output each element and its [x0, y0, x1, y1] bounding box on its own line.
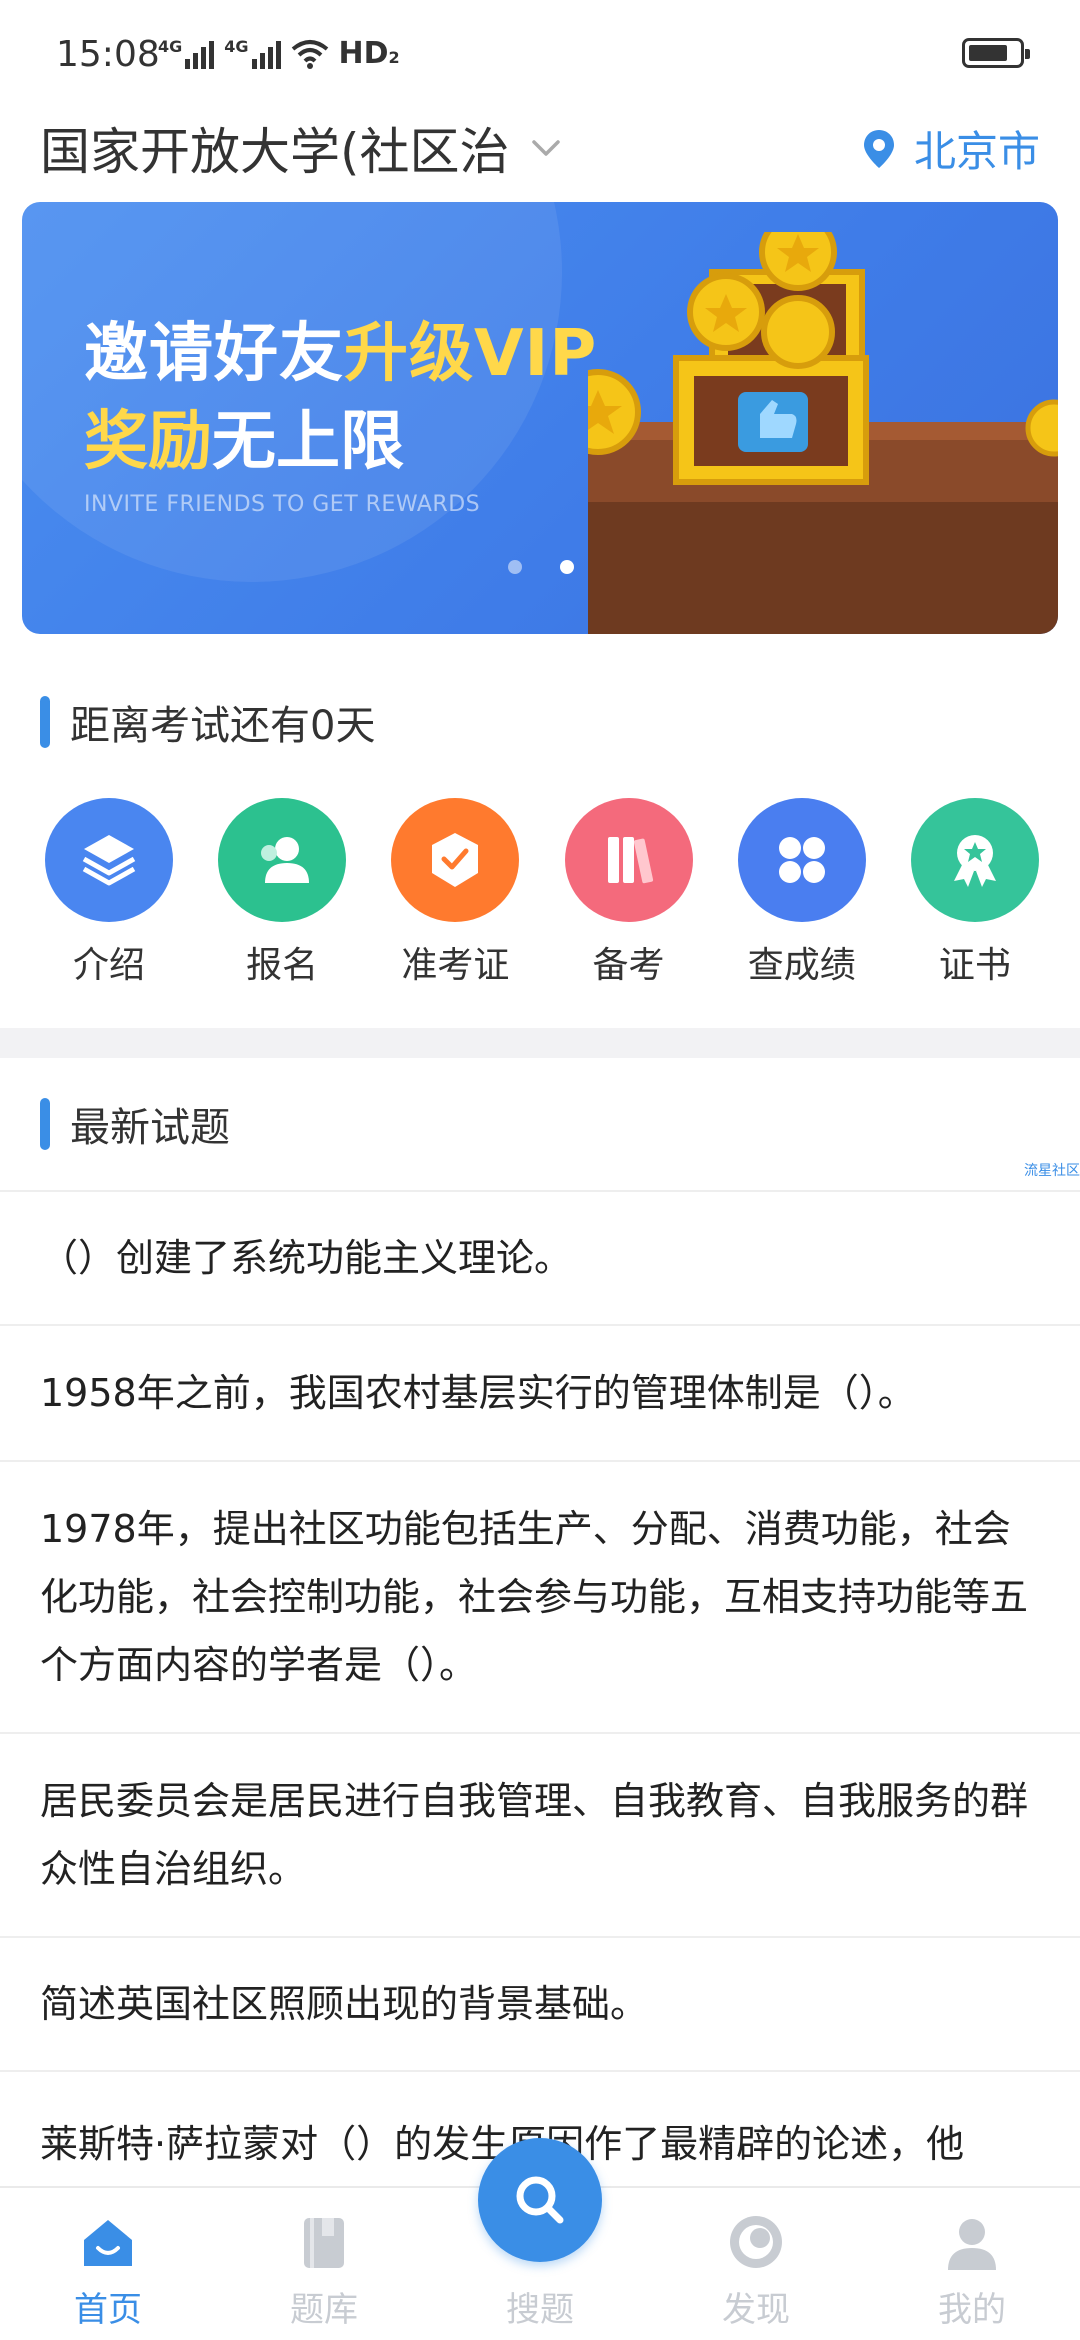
tab-question-bank[interactable]: 题库 — [216, 2188, 432, 2340]
hd-indicator: HD2 — [338, 36, 400, 71]
latest-questions-title: 最新试题 — [70, 1105, 230, 1151]
status-bar: 15:08 4G 4G HD2 — [0, 0, 1080, 100]
tab-label: 发现 — [722, 2290, 790, 2330]
shortcut-check-scores[interactable]: 查成绩 — [737, 798, 867, 988]
shortcut-admission-ticket[interactable]: 准考证 — [390, 798, 520, 988]
tab-label: 我的 — [938, 2290, 1006, 2330]
wifi-icon — [291, 39, 328, 69]
check-badge-icon — [391, 798, 520, 922]
tab-home[interactable]: 首页 — [0, 2188, 216, 2340]
search-icon — [516, 2176, 564, 2224]
cell-signal-1-icon: 4G — [158, 38, 215, 69]
shortcut-grid: 介绍 报名 准考证 备考 查成绩 证书 — [0, 798, 1080, 988]
book-icon — [304, 2218, 344, 2268]
city-label: 北京市 — [913, 127, 1040, 176]
school-name: 国家开放大学(社区治 — [40, 123, 510, 181]
tab-profile[interactable]: 我的 — [864, 2188, 1080, 2340]
cell-signal-2-icon: 4G — [224, 38, 281, 69]
shortcut-intro[interactable]: 介绍 — [44, 798, 174, 988]
status-time: 15:08 — [56, 34, 160, 75]
profile-icon — [948, 2219, 996, 2270]
shortcut-label: 备考 — [592, 945, 665, 986]
shortcut-label: 证书 — [938, 945, 1011, 986]
tab-label: 搜题 — [506, 2290, 574, 2330]
search-button[interactable] — [478, 2138, 602, 2262]
banner-subtitle: INVITE FRIENDS TO GET REWARDS — [84, 492, 481, 517]
latest-questions-header: 最新试题 — [40, 1096, 230, 1152]
exam-countdown: 距离考试还有0天 — [40, 694, 375, 750]
location-selector[interactable]: 北京市 — [862, 118, 1040, 179]
section-divider — [0, 1028, 1080, 1058]
list-item[interactable]: 1978年，提出社区功能包括生产、分配、消费功能，社会化功能，社会控制功能，社会… — [0, 1460, 1080, 1732]
pagination-dot[interactable] — [508, 560, 522, 574]
shortcut-label: 报名 — [246, 945, 319, 986]
grid-dots-icon — [737, 798, 866, 922]
banner-pagination — [508, 560, 574, 574]
books-icon — [564, 798, 693, 922]
location-pin-icon — [863, 129, 894, 168]
header: 国家开放大学(社区治 北京市 — [0, 100, 1080, 200]
shortcut-prepare[interactable]: 备考 — [564, 798, 694, 988]
shortcut-label: 查成绩 — [747, 945, 856, 986]
treasure-chest-illustration — [588, 232, 1058, 634]
list-item[interactable]: 1958年之前，我国农村基层实行的管理体制是（）。 — [0, 1324, 1080, 1460]
promo-banner[interactable]: 邀请好友升级VIP 奖励无上限 INVITE FRIENDS TO GET RE… — [22, 202, 1058, 634]
shortcut-label: 介绍 — [72, 945, 145, 986]
compass-icon — [730, 2216, 782, 2268]
award-icon — [910, 798, 1039, 922]
battery-icon — [962, 38, 1030, 68]
shortcut-register[interactable]: 报名 — [217, 798, 347, 988]
shortcut-label: 准考证 — [401, 945, 510, 986]
layers-icon — [45, 798, 173, 922]
home-icon — [84, 2220, 132, 2266]
school-selector[interactable]: 国家开放大学(社区治 — [40, 112, 564, 184]
countdown-text: 距离考试还有0天 — [70, 703, 376, 749]
list-item[interactable]: 居民委员会是居民进行自我管理、自我教育、自我服务的群众性自治组织。 — [0, 1732, 1080, 1936]
list-item[interactable]: （）创建了系统功能主义理论。 — [0, 1190, 1080, 1324]
list-item[interactable]: 简述英国社区照顾出现的背景基础。 — [0, 1936, 1080, 2070]
pagination-dot-active[interactable] — [560, 560, 574, 574]
tab-label: 题库 — [290, 2290, 358, 2330]
banner-headline-1: 邀请好友升级VIP — [84, 317, 598, 391]
question-list: （）创建了系统功能主义理论。 1958年之前，我国农村基层实行的管理体制是（）。… — [0, 1190, 1080, 2210]
user-icon — [218, 798, 347, 922]
side-tag: 流星社区 — [1024, 1163, 1080, 1179]
shortcut-certificate[interactable]: 证书 — [910, 798, 1040, 988]
tab-label: 首页 — [74, 2290, 142, 2330]
banner-headline-2: 奖励无上限 — [84, 405, 404, 479]
chevron-down-icon — [531, 140, 560, 156]
signal-indicators: 4G 4G HD2 — [158, 36, 400, 71]
tab-discover[interactable]: 发现 — [648, 2188, 864, 2340]
